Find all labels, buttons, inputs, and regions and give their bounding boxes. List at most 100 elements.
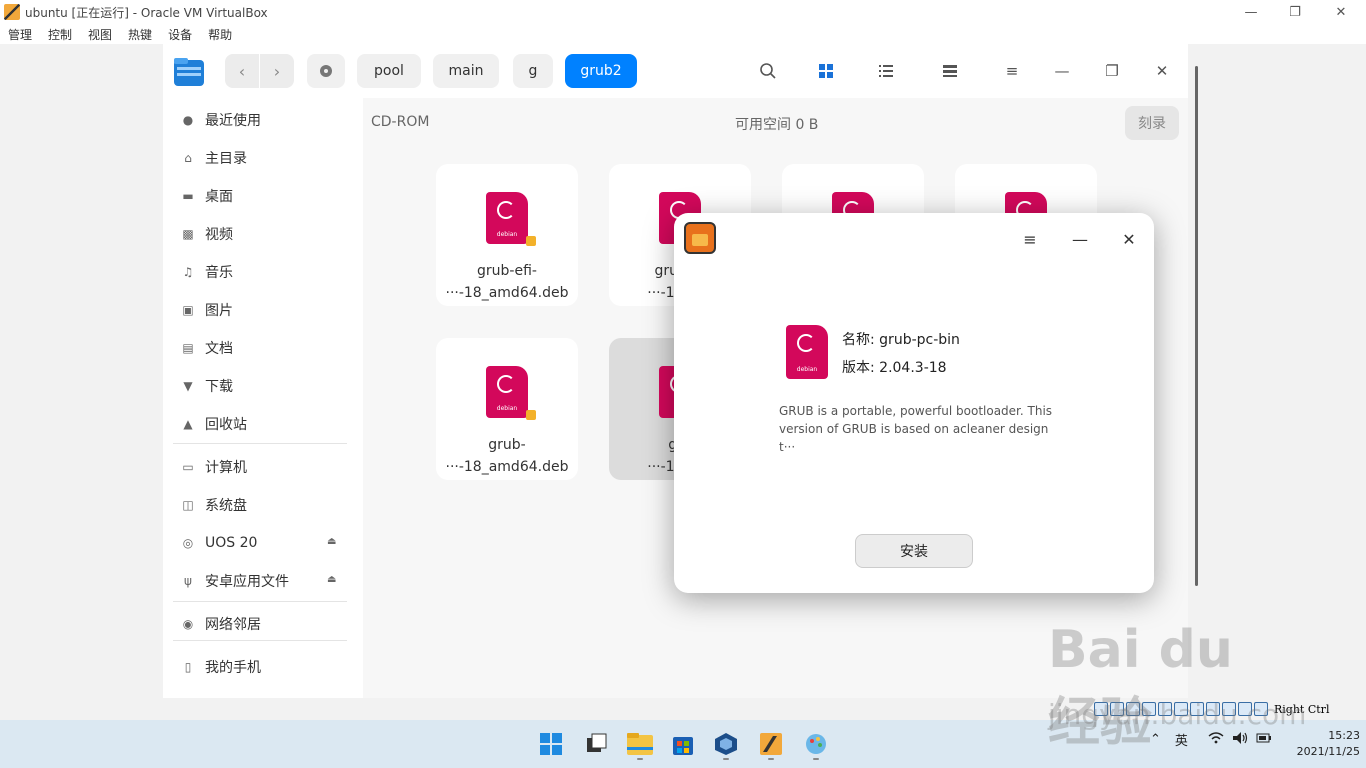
keyboard-icon[interactable] bbox=[1254, 702, 1268, 716]
display-icon[interactable] bbox=[1190, 702, 1204, 716]
package-installer-icon bbox=[684, 222, 716, 254]
close-icon[interactable]: ✕ bbox=[1151, 60, 1173, 82]
sidebar-item-documents[interactable]: ▤ 文档 bbox=[181, 333, 233, 363]
sidebar-item-pictures[interactable]: ▣ 图片 bbox=[181, 295, 233, 325]
detail-view-icon[interactable] bbox=[939, 60, 961, 82]
menu-view[interactable]: 视图 bbox=[80, 26, 120, 43]
file-item[interactable]: debian grub- ···-18_amd64.deb bbox=[436, 338, 578, 480]
forward-button[interactable]: › bbox=[260, 54, 294, 88]
network-icon[interactable] bbox=[1142, 702, 1156, 716]
taskbar-clock[interactable]: 15:23 2021/11/25 bbox=[1290, 728, 1360, 760]
vm-status-bar: Right Ctrl bbox=[1094, 699, 1366, 719]
window-title: ubuntu [正在运行] - Oracle VM VirtualBox bbox=[25, 5, 268, 20]
paint-app-icon[interactable] bbox=[800, 728, 832, 760]
sidebar-item-trash[interactable]: ▲ 回收站 bbox=[181, 409, 247, 439]
search-icon[interactable] bbox=[757, 60, 779, 82]
package-name-value: grub-pc-bin bbox=[879, 332, 960, 348]
sidebar-item-home[interactable]: ⌂ 主目录 bbox=[181, 143, 247, 173]
restore-icon[interactable]: ❐ bbox=[1272, 0, 1318, 24]
debian-package-icon: debian bbox=[486, 192, 528, 244]
sidebar-item-label: 文档 bbox=[205, 341, 233, 357]
minimize-icon[interactable]: — bbox=[1068, 227, 1092, 251]
sidebar-item-uos20[interactable]: ◎ UOS 20 bbox=[181, 528, 258, 558]
desktop-icon: ▬ bbox=[182, 189, 194, 203]
crumb-cdrom[interactable] bbox=[307, 54, 345, 88]
windows-start-icon[interactable] bbox=[535, 728, 567, 760]
close-icon[interactable]: ✕ bbox=[1318, 0, 1364, 24]
menu-hotkeys[interactable]: 热键 bbox=[120, 26, 160, 43]
sidebar-item-computer[interactable]: ▭ 计算机 bbox=[181, 452, 247, 482]
sidebar-item-label: 桌面 bbox=[205, 189, 233, 205]
menu-manage[interactable]: 管理 bbox=[0, 26, 40, 43]
sidebar-item-network[interactable]: ◉ 网络邻居 bbox=[181, 609, 261, 639]
scrollbar[interactable] bbox=[1195, 66, 1198, 586]
clock-time: 15:23 bbox=[1328, 729, 1360, 742]
virtualbox-taskbar-icon[interactable] bbox=[710, 728, 742, 760]
cdrom-icon: ◎ bbox=[182, 536, 194, 550]
shared-folder-icon[interactable] bbox=[1174, 702, 1188, 716]
mouse-integration-icon[interactable] bbox=[1238, 702, 1252, 716]
vbox-menubar: 管理 控制 视图 热键 设备 帮助 bbox=[0, 24, 1366, 44]
sidebar-item-label: 最近使用 bbox=[205, 113, 261, 129]
list-view-icon[interactable] bbox=[875, 60, 897, 82]
vt-x-icon[interactable] bbox=[1222, 702, 1236, 716]
recording-icon[interactable] bbox=[1206, 702, 1220, 716]
clock-date: 2021/11/25 bbox=[1296, 745, 1360, 758]
burn-button[interactable]: 刻录 bbox=[1125, 106, 1179, 140]
free-space-label: 可用空间 0 B bbox=[735, 117, 819, 133]
disk-icon: ◫ bbox=[182, 498, 194, 512]
minimize-icon[interactable]: — bbox=[1228, 0, 1274, 24]
ubuntu-vm-icon[interactable] bbox=[755, 728, 787, 760]
menu-help[interactable]: 帮助 bbox=[200, 26, 240, 43]
menu-icon[interactable]: ≡ bbox=[1018, 227, 1042, 251]
sidebar-item-android-files[interactable]: ψ 安卓应用文件 bbox=[181, 566, 289, 596]
package-version-label: 版本: bbox=[842, 360, 875, 376]
sidebar-item-system-disk[interactable]: ◫ 系统盘 bbox=[181, 490, 247, 520]
maximize-icon[interactable]: ❐ bbox=[1101, 60, 1123, 82]
sidebar-item-phone[interactable]: ▯ 我的手机 bbox=[181, 652, 261, 682]
menu-icon[interactable]: ≡ bbox=[1001, 60, 1023, 82]
grid-view-icon[interactable] bbox=[815, 60, 837, 82]
crumb-grub2[interactable]: grub2 bbox=[565, 54, 637, 88]
install-button[interactable]: 安装 bbox=[855, 534, 973, 568]
video-icon: ▩ bbox=[182, 227, 194, 241]
package-name-row: 名称: grub-pc-bin bbox=[842, 329, 960, 349]
task-view-icon[interactable] bbox=[580, 728, 612, 760]
wifi-icon[interactable] bbox=[1208, 731, 1224, 748]
chevron-up-icon[interactable]: ⌃ bbox=[1150, 732, 1161, 747]
menu-control[interactable]: 控制 bbox=[40, 26, 80, 43]
back-button[interactable]: ‹ bbox=[225, 54, 259, 88]
audio-icon[interactable] bbox=[1126, 702, 1140, 716]
crumb-main[interactable]: main bbox=[433, 54, 499, 88]
file-explorer-icon[interactable] bbox=[624, 728, 656, 760]
eject-icon[interactable]: ⏏ bbox=[327, 574, 336, 585]
close-icon[interactable]: ✕ bbox=[1117, 227, 1141, 251]
sidebar-divider bbox=[173, 601, 347, 602]
sidebar-item-desktop[interactable]: ▬ 桌面 bbox=[181, 181, 233, 211]
chevron-right-icon: › bbox=[273, 61, 281, 81]
hard-disk-icon[interactable] bbox=[1094, 702, 1108, 716]
usb-icon[interactable] bbox=[1158, 702, 1172, 716]
crumb-g[interactable]: g bbox=[513, 54, 553, 88]
file-item[interactable]: debian grub-efi- ···-18_amd64.deb bbox=[436, 164, 578, 306]
sidebar-item-label: 网络邻居 bbox=[205, 617, 261, 633]
trash-icon: ▲ bbox=[183, 417, 193, 431]
sidebar-divider bbox=[173, 443, 347, 444]
battery-icon[interactable] bbox=[1256, 732, 1272, 748]
sidebar-item-downloads[interactable]: ▼ 下载 bbox=[181, 371, 233, 401]
sidebar-item-music[interactable]: ♫ 音乐 bbox=[181, 257, 233, 287]
vbox-titlebar: ubuntu [正在运行] - Oracle VM VirtualBox — ❐… bbox=[0, 0, 1366, 24]
file-manager-logo-icon bbox=[174, 58, 204, 86]
sidebar-item-recent[interactable]: ● 最近使用 bbox=[181, 105, 261, 135]
microsoft-store-icon[interactable] bbox=[667, 728, 699, 760]
sidebar-item-label: 安卓应用文件 bbox=[205, 574, 289, 590]
optical-drive-icon[interactable] bbox=[1110, 702, 1124, 716]
ime-indicator[interactable]: 英 bbox=[1175, 730, 1188, 749]
volume-icon[interactable] bbox=[1232, 731, 1248, 749]
crumb-pool[interactable]: pool bbox=[357, 54, 421, 88]
eject-icon[interactable]: ⏏ bbox=[327, 536, 336, 547]
menu-devices[interactable]: 设备 bbox=[160, 26, 200, 43]
minimize-icon[interactable]: — bbox=[1051, 60, 1073, 82]
home-icon: ⌂ bbox=[184, 151, 192, 165]
sidebar-item-videos[interactable]: ▩ 视频 bbox=[181, 219, 233, 249]
